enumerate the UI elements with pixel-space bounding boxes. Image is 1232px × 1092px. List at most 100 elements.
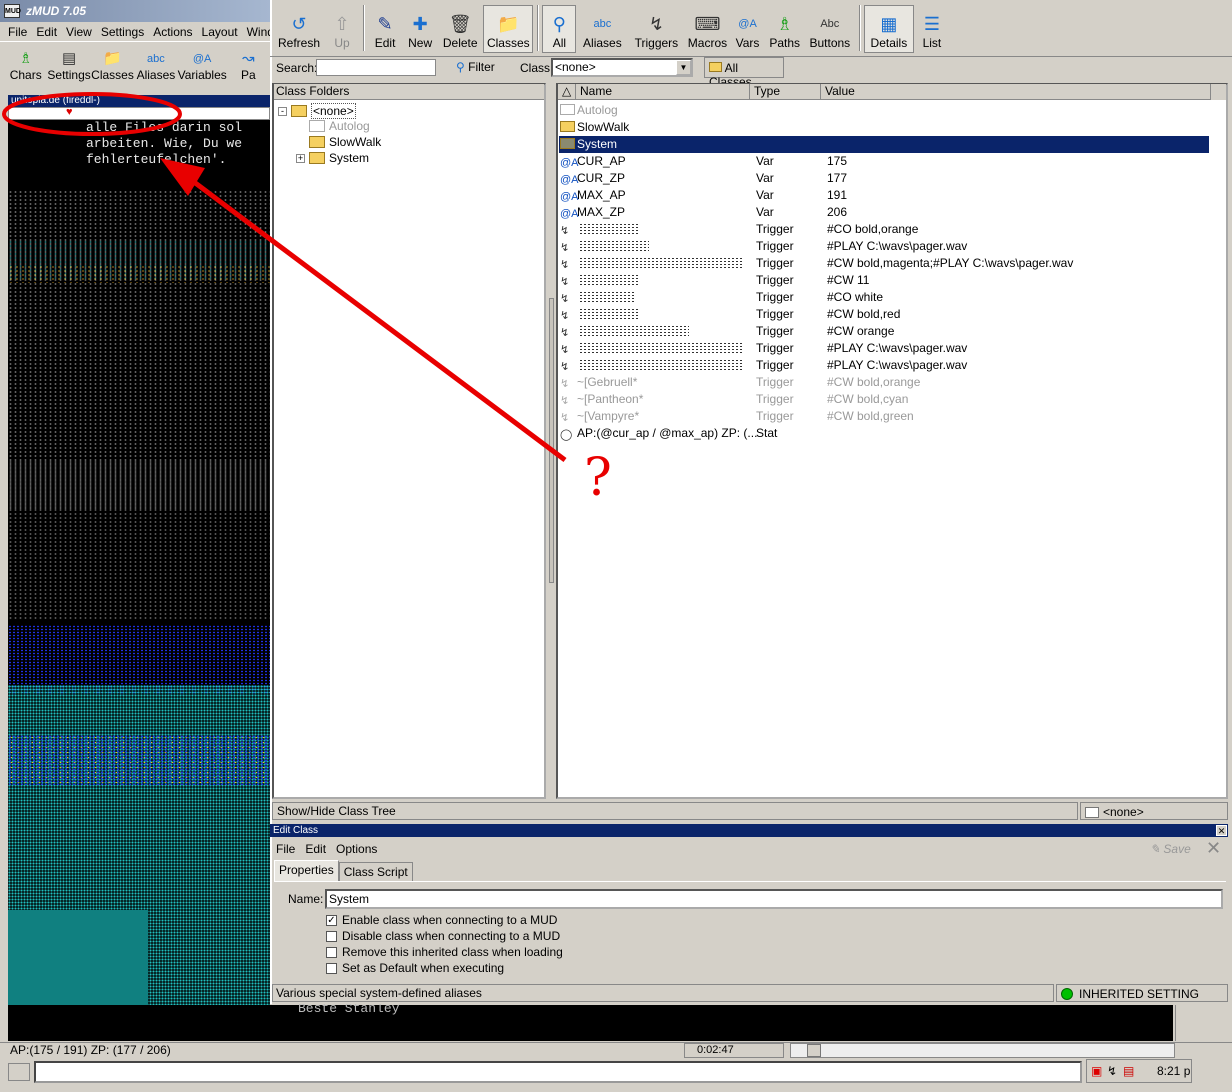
option-checkbox[interactable]: Disable class when connecting to a MUD <box>326 929 560 943</box>
column-name[interactable]: Name <box>576 84 750 100</box>
stop-icon[interactable]: ▣ <box>1091 1064 1105 1078</box>
menu-edit[interactable]: Edit <box>36 25 57 39</box>
list-row[interactable]: Autolog <box>559 102 1209 119</box>
class-tree-pane[interactable] <box>272 83 546 799</box>
list-row[interactable]: SlowWalk <box>559 119 1209 136</box>
option-checkbox[interactable]: Remove this inherited class when loading <box>326 945 563 959</box>
editor-delete-button[interactable]: 🗑 Delete <box>438 5 482 53</box>
checkbox-box[interactable] <box>326 930 337 942</box>
list-row[interactable]: @A CUR_ZP Var 177 <box>559 170 1209 187</box>
list-row[interactable]: ↯ ~[Vampyre* Trigger #CW bold,green <box>559 408 1209 425</box>
disk-icon[interactable]: ▤ <box>1123 1064 1137 1078</box>
list-row[interactable]: ↯ Trigger #PLAY C:\wavs\pager.wav <box>559 340 1209 357</box>
chevron-down-icon[interactable]: ▼ <box>676 60 691 75</box>
main-window-titlebar[interactable]: MUD zMUD 7.05 <box>0 0 270 22</box>
option-checkbox[interactable]: ✓ Enable class when connecting to a MUD <box>326 913 557 927</box>
filter-button[interactable]: ⚲ Filter <box>456 60 495 74</box>
editor-macros-button[interactable]: ⌨ Macros <box>685 5 729 53</box>
cancel-icon[interactable]: ✕ <box>1206 838 1221 859</box>
list-row[interactable]: System <box>559 136 1209 153</box>
session-tabstrip[interactable]: ♥ <box>8 106 270 120</box>
checkbox-box[interactable] <box>326 946 337 958</box>
edit-class-menu-options[interactable]: Options <box>336 842 377 856</box>
scrollbar-thumb[interactable] <box>807 1044 821 1057</box>
list-row[interactable]: ↯ Trigger #CO bold,orange <box>559 221 1209 238</box>
editor-buttons-button[interactable]: Abc Buttons <box>805 5 855 53</box>
menu-view[interactable]: View <box>66 25 92 39</box>
list-row[interactable]: ↯ Trigger #CW bold,red <box>559 306 1209 323</box>
option-checkbox[interactable]: Set as Default when executing <box>326 961 504 975</box>
menu-layout[interactable]: Layout <box>202 25 238 39</box>
mud-noise-band <box>8 735 270 785</box>
editor-triggers-button[interactable]: ↯ Triggers <box>628 5 684 53</box>
checkmark-icon[interactable]: ✓ <box>326 914 337 926</box>
edit-class-menu-file[interactable]: File <box>276 842 295 856</box>
editor-vars-button[interactable]: @A Vars <box>731 5 765 53</box>
class-name-input[interactable]: System <box>325 889 1223 909</box>
list-row[interactable]: @A MAX_ZP Var 206 <box>559 204 1209 221</box>
mud-output-bottom[interactable]: Beste Stanley <box>8 1001 1173 1041</box>
editor-all-button[interactable]: ⚲ All <box>542 5 577 53</box>
gun-icon[interactable]: ↯ <box>1107 1064 1121 1078</box>
command-input[interactable] <box>34 1061 1082 1083</box>
toolbar-label: List <box>922 36 942 50</box>
editor-up-button[interactable]: ⇧ Up <box>325 5 359 53</box>
list-row[interactable]: ↯ Trigger #PLAY C:\wavs\pager.wav <box>559 238 1209 255</box>
tree-item-system[interactable]: + System <box>296 151 369 165</box>
toolbar-variables-button[interactable]: @A Variables <box>178 44 227 90</box>
list-row[interactable]: ↯ Trigger #CW 11 <box>559 272 1209 289</box>
list-row[interactable]: ◯ AP:(@cur_ap / @max_ap) ZP: (... Stat <box>559 425 1209 442</box>
list-row[interactable]: ↯ ~[Pantheon* Trigger #CW bold,cyan <box>559 391 1209 408</box>
list-row[interactable]: @A CUR_AP Var 175 <box>559 153 1209 170</box>
pane-splitter[interactable] <box>548 83 555 799</box>
show-hide-class-tree-button[interactable]: Show/Hide Class Tree <box>272 802 1078 820</box>
toolbar-chars-button[interactable]: ♗ Chars <box>4 44 47 90</box>
menu-file[interactable]: File <box>8 25 27 39</box>
mud-vertical-scrollbar[interactable] <box>1175 1005 1192 1041</box>
edit-class-menu-edit[interactable]: Edit <box>305 842 326 856</box>
toolbar-aliases-button[interactable]: abc Aliases <box>134 44 177 90</box>
editor-list-button[interactable]: ☰ List <box>915 5 949 53</box>
collapse-icon[interactable]: - <box>278 106 287 116</box>
zmud-app-icon: MUD <box>4 4 21 18</box>
menu-settings[interactable]: Settings <box>101 25 144 39</box>
toolbar-classes-button[interactable]: 📁 Classes <box>91 44 134 90</box>
column-type[interactable]: Type <box>750 84 821 100</box>
menu-actions[interactable]: Actions <box>153 25 192 39</box>
tree-item-autolog[interactable]: Autolog <box>296 119 370 133</box>
tab-class-script[interactable]: Class Script <box>338 862 413 881</box>
command-history-button[interactable] <box>8 1063 30 1081</box>
list-row[interactable]: ↯ Trigger #PLAY C:\wavs\pager.wav <box>559 357 1209 374</box>
editor-classes-button[interactable]: 📁 Classes <box>483 5 534 53</box>
session-title[interactable]: unitopia.de (fireddl-) <box>8 95 270 107</box>
list-row[interactable]: @A MAX_AP Var 191 <box>559 187 1209 204</box>
save-button[interactable]: ✎ Save <box>1150 842 1191 856</box>
horizontal-scrollbar[interactable] <box>790 1043 1175 1058</box>
editor-refresh-button[interactable]: ↺ Refresh <box>274 5 324 53</box>
list-row[interactable]: ↯ Trigger #CW orange <box>559 323 1209 340</box>
column-value[interactable]: Value <box>821 84 1211 100</box>
editor-paths-button[interactable]: ♗ Paths <box>766 5 804 53</box>
all-classes-button[interactable]: All Classes <box>704 57 784 89</box>
editor-edit-button[interactable]: ✎ Edit <box>368 5 402 53</box>
editor-details-button[interactable]: ▦ Details <box>863 5 914 53</box>
close-icon[interactable]: ✕ <box>1216 825 1227 836</box>
editor-aliases-button[interactable]: abc Aliases <box>577 5 627 53</box>
splitter-grip[interactable] <box>549 298 554 583</box>
tree-item-slowwalk[interactable]: SlowWalk <box>296 135 381 149</box>
toolbar-settings-button[interactable]: ▤ Settings <box>47 44 90 90</box>
list-row[interactable]: ↯ Trigger #CW bold,magenta;#PLAY C:\wavs\p… <box>559 255 1209 272</box>
class-select[interactable]: <none> ▼ <box>551 58 693 77</box>
sort-up-icon[interactable]: △ <box>558 84 576 100</box>
expand-icon[interactable]: + <box>296 153 305 163</box>
editor-new-button[interactable]: ✚ New <box>403 5 437 53</box>
tree-item-none[interactable]: - <none> <box>278 103 356 119</box>
edit-class-titlebar[interactable]: Edit Class <box>270 824 1228 837</box>
list-row[interactable]: ↯ ~[Gebruell* Trigger #CW bold,orange <box>559 374 1209 391</box>
mud-output-screen[interactable]: alle Files darin sol arbeiten. Wie, Du we… <box>8 120 270 1005</box>
tab-properties[interactable]: Properties <box>274 860 339 881</box>
list-row[interactable]: ↯ Trigger #CO white <box>559 289 1209 306</box>
checkbox-box[interactable] <box>326 962 337 974</box>
search-input[interactable] <box>316 59 436 76</box>
toolbar-pa-button[interactable]: ↝ Pa <box>227 44 270 90</box>
